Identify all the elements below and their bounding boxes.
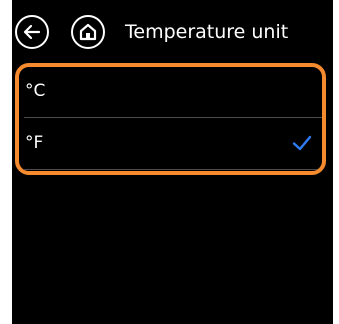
option-fahrenheit[interactable]: °F [19,119,322,169]
divider [24,169,322,170]
home-button[interactable] [71,15,105,49]
option-fahrenheit-label: °F [25,133,44,153]
divider [24,117,322,118]
option-celsius-label: °C [25,81,46,101]
header-bar: Temperature unit [12,0,333,60]
back-button[interactable] [15,15,49,49]
page-title: Temperature unit [125,21,289,43]
home-icon [79,23,97,41]
temperature-unit-options: °C °F [15,63,326,175]
checkmark-icon [292,135,312,151]
option-celsius[interactable]: °C [19,67,322,117]
back-arrow-icon [23,24,41,40]
temperature-unit-screen: Temperature unit °C °F [12,0,333,324]
